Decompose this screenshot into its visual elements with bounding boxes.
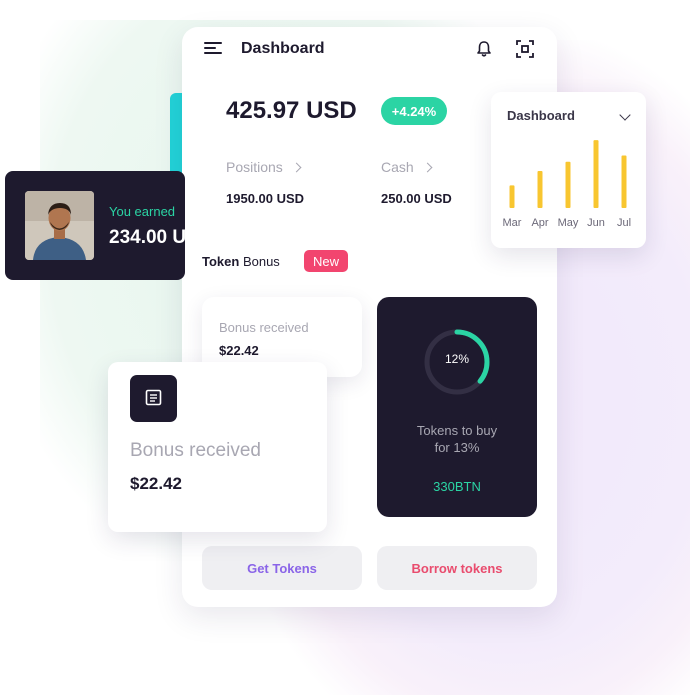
token-bonus-title-rest: Bonus <box>239 254 280 269</box>
tokens-text-line2: for 13% <box>434 440 480 455</box>
tick-label-apr: Apr <box>531 217 548 229</box>
bonus-received-value-large: $22.42 <box>130 474 182 493</box>
tick-label-jul: Jul <box>617 217 631 229</box>
you-earned-card: You earned 234.00 USD <box>5 171 185 280</box>
scan-icon[interactable] <box>516 40 534 58</box>
cash-value: 250.00 USD <box>381 191 452 206</box>
chevron-right-icon <box>422 162 433 173</box>
positions-label: Positions <box>226 159 283 175</box>
positions-link[interactable]: Positions <box>226 159 302 175</box>
tokens-to-buy-card: 12% Tokens to buy for 13% 330BTN <box>377 297 537 517</box>
tick-label-jun: Jun <box>587 217 605 229</box>
positions-value: 1950.00 USD <box>226 191 305 206</box>
borrow-tokens-button[interactable]: Borrow tokens <box>377 546 537 590</box>
you-earned-label: You earned <box>109 204 176 219</box>
bonus-received-card-large: Bonus received $22.42 <box>108 362 327 532</box>
token-bonus-title: Token Bonus <box>202 254 280 269</box>
document-icon <box>145 389 162 406</box>
bar-apr <box>537 170 543 208</box>
cash-link[interactable]: Cash <box>381 159 433 175</box>
new-badge: New <box>304 250 348 272</box>
get-tokens-button[interactable]: Get Tokens <box>202 546 362 590</box>
cash-label: Cash <box>381 159 414 175</box>
document-icon-tile <box>130 375 177 422</box>
tokens-text-line1: Tokens to buy <box>416 423 498 438</box>
bar-jun <box>593 140 599 208</box>
bar-jul <box>621 155 627 208</box>
tick-label-mar: Mar <box>503 217 522 229</box>
bonus-received-value: $22.42 <box>219 343 259 358</box>
change-badge: +4.24% <box>381 97 447 125</box>
avatar <box>25 191 94 260</box>
tick-label-may: May <box>558 217 579 229</box>
tokens-text: Tokens to buy for 13% <box>377 422 537 456</box>
progress-percent: 12% <box>444 352 470 366</box>
menu-icon[interactable] <box>204 42 222 56</box>
bar-mar <box>509 185 515 208</box>
chevron-right-icon <box>291 162 302 173</box>
tokens-amount: 330BTN <box>433 479 481 494</box>
balance-amount: 425.97 USD <box>226 97 357 124</box>
mini-bar-chart: Mar Apr May Jun Jul <box>503 140 631 229</box>
bar-may <box>565 161 571 208</box>
mini-dashboard-card: Dashboard Mar Apr May Jun Jul <box>491 92 646 248</box>
bonus-received-label-large: Bonus received <box>130 440 261 461</box>
you-earned-value: 234.00 USD <box>109 227 185 248</box>
token-bonus-title-bold: Token <box>202 254 240 269</box>
bell-icon[interactable] <box>476 40 492 58</box>
page-title: Dashboard <box>241 40 325 57</box>
bonus-received-label: Bonus received <box>219 320 309 335</box>
